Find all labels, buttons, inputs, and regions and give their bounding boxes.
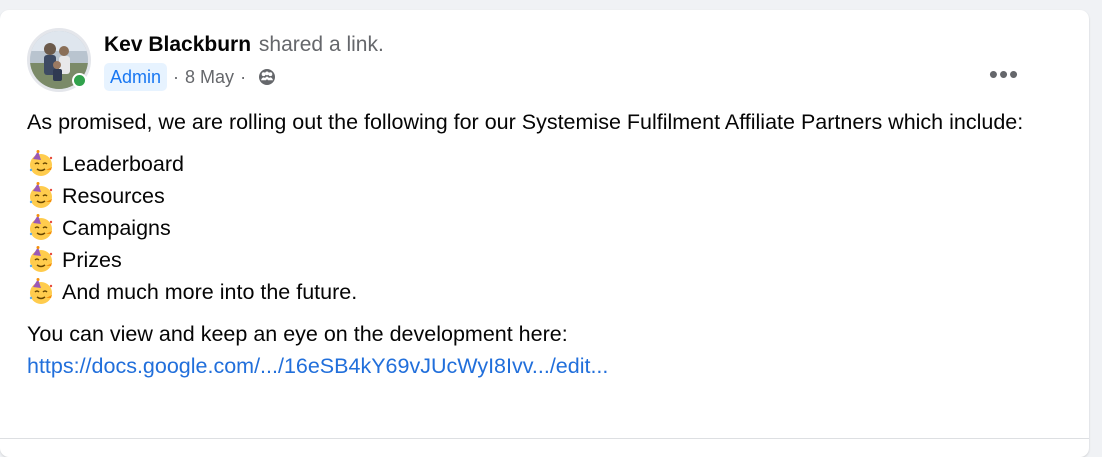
online-status-dot xyxy=(72,73,87,88)
list-item: Campaigns xyxy=(27,212,1067,244)
post-action-text: shared a link. xyxy=(258,33,384,56)
author-line: Kev Blackburn shared a link. xyxy=(104,32,384,58)
post-closing-text: You can view and keep an eye on the deve… xyxy=(27,322,568,346)
list-item: And much more into the future. xyxy=(27,276,1067,308)
list-item: Resources xyxy=(27,180,1067,212)
partying-face-emoji xyxy=(27,214,55,242)
post-date[interactable]: 8 May xyxy=(185,64,234,90)
list-item-text: And much more into the future. xyxy=(62,280,358,304)
partying-face-emoji xyxy=(27,150,55,178)
partying-face-emoji xyxy=(27,246,55,274)
post-meta: Admin · 8 May · xyxy=(104,63,276,91)
post-body: As promised, we are rolling out the foll… xyxy=(27,106,1067,382)
group-audience-icon[interactable] xyxy=(258,68,276,86)
partying-face-emoji xyxy=(27,278,55,306)
post-header: Kev Blackburn shared a link. Admin · 8 M… xyxy=(27,28,1062,92)
more-options-icon[interactable]: ••• xyxy=(984,56,1024,92)
list-item-text: Resources xyxy=(62,184,165,208)
post-intro-text: As promised, we are rolling out the foll… xyxy=(27,110,1024,134)
shared-link[interactable]: https://docs.google.com/.../16eSB4kY69vJ… xyxy=(27,354,608,378)
post-footer-divider xyxy=(0,438,1089,439)
meta-separator: · xyxy=(240,67,247,87)
list-item: Leaderboard xyxy=(27,148,1067,180)
list-item-text: Prizes xyxy=(62,248,122,272)
post-card: Kev Blackburn shared a link. Admin · 8 M… xyxy=(0,10,1089,457)
author-name[interactable]: Kev Blackburn xyxy=(104,33,251,56)
meta-separator: · xyxy=(173,67,180,87)
partying-face-emoji xyxy=(27,182,55,210)
list-item-text: Leaderboard xyxy=(62,152,184,176)
list-item: Prizes xyxy=(27,244,1067,276)
list-item-text: Campaigns xyxy=(62,216,171,240)
admin-badge[interactable]: Admin xyxy=(104,63,168,91)
